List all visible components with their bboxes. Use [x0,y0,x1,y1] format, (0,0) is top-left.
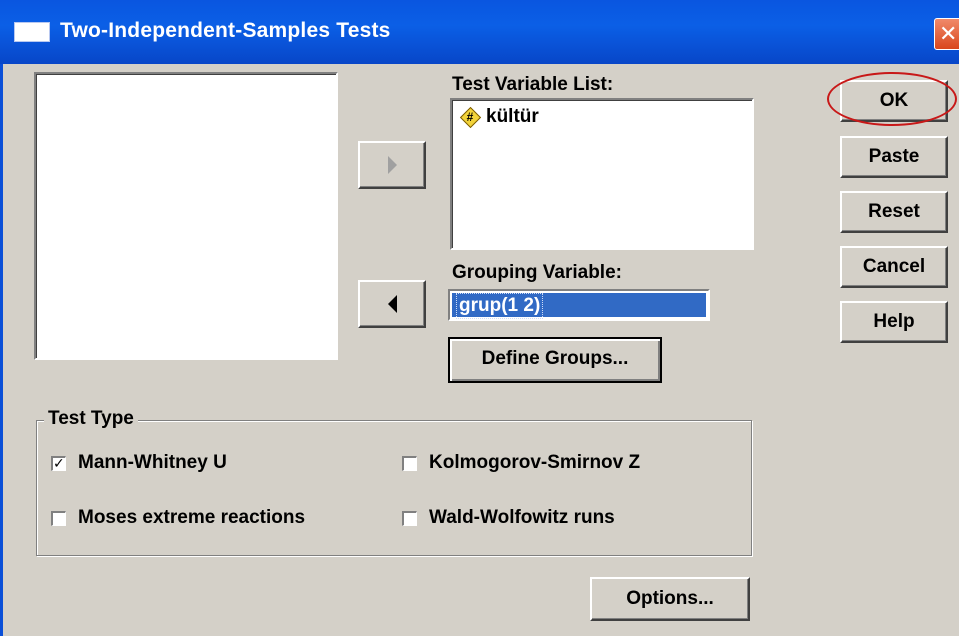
arrow-right-icon [387,156,397,174]
variable-name: kültür [486,106,539,127]
mann-whitney-checkbox[interactable]: ✓ [51,454,66,471]
cancel-button[interactable]: Cancel [840,246,948,288]
test-variable-list-label: Test Variable List: [452,74,614,95]
numeric-variable-icon: # [459,106,482,129]
checkmark-icon: ✓ [53,454,65,471]
move-to-test-list-button[interactable] [358,141,426,189]
close-icon: ✕ [939,21,958,46]
test-type-legend: Test Type [44,408,138,430]
wald-wolfowitz-checkbox[interactable] [402,510,417,526]
annotation-circle [827,72,957,126]
test-type-group [36,420,752,556]
wald-wolfowitz-label: Wald-Wolfowitz runs [429,507,615,528]
kolmogorov-smirnov-option[interactable]: Kolmogorov-Smirnov Z [402,452,640,474]
list-item[interactable]: # kültür [459,106,539,129]
move-grouping-variable-button[interactable] [358,280,426,328]
options-button[interactable]: Options... [590,577,750,621]
kolmogorov-smirnov-checkbox[interactable] [402,455,417,471]
paste-button[interactable]: Paste [840,136,948,178]
moses-extreme-label: Moses extreme reactions [78,507,306,528]
mann-whitney-label: Mann-Whitney U [78,452,227,473]
window-border [0,64,3,636]
wald-wolfowitz-option[interactable]: Wald-Wolfowitz runs [402,507,615,529]
mann-whitney-option[interactable]: ✓ Mann-Whitney U [51,452,227,474]
reset-button[interactable]: Reset [840,191,948,233]
kolmogorov-smirnov-label: Kolmogorov-Smirnov Z [429,452,641,473]
define-groups-button[interactable]: Define Groups... [448,337,662,383]
grouping-variable-value: grup(1 2) [456,293,544,319]
grouping-variable-field[interactable]: grup(1 2) [448,289,710,321]
moses-extreme-option[interactable]: Moses extreme reactions [51,507,305,529]
dialog-title: Two-Independent-Samples Tests [60,19,391,42]
source-variable-list[interactable] [34,72,338,360]
arrow-left-icon [387,295,397,313]
window-icon [14,22,50,42]
grouping-variable-label: Grouping Variable: [452,262,622,283]
title-bar[interactable]: Two-Independent-Samples Tests ✕ [0,0,959,64]
test-variable-list[interactable]: # kültür [450,98,754,250]
help-button[interactable]: Help [840,301,948,343]
moses-extreme-checkbox[interactable] [51,510,66,526]
close-button[interactable]: ✕ [934,18,959,50]
